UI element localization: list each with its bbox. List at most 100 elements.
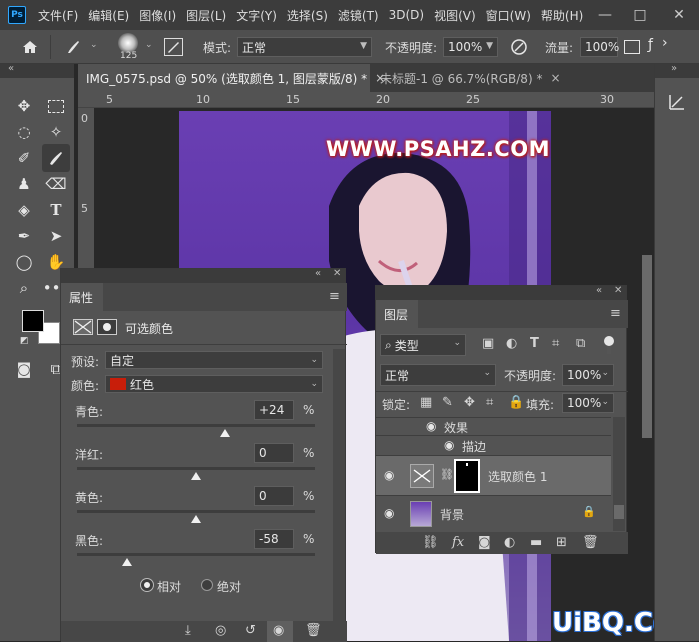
adjustments-panel-icon[interactable] (667, 92, 687, 112)
menu-type[interactable]: 文字(Y) (236, 7, 277, 24)
menu-view[interactable]: 视图(V) (434, 7, 476, 24)
add-mask-icon[interactable]: ◙ (478, 535, 491, 550)
layer-selective-color[interactable]: ◉ ⛓ 选取颜色 1 (376, 455, 611, 495)
pen-tool-icon[interactable]: ✒ (12, 224, 36, 248)
tab-layers[interactable]: 图层 (376, 300, 418, 328)
cyan-slider-thumb[interactable] (219, 429, 230, 437)
menu-window[interactable]: 窗口(W) (486, 7, 531, 24)
tab-properties[interactable]: 属性 (61, 283, 103, 311)
marquee-tool-icon[interactable] (44, 94, 68, 118)
filter-smart-object-icon[interactable]: ⧉ (576, 336, 585, 351)
quick-mask-icon[interactable]: ◙ (12, 357, 36, 381)
ellipse-tool-icon[interactable]: ◯ (12, 250, 36, 274)
filter-adjustment-icon[interactable]: ◐ (506, 336, 517, 351)
mask-icon[interactable] (97, 319, 117, 335)
trash-icon[interactable]: 🗑 (305, 623, 322, 638)
new-group-icon[interactable]: ▬ (530, 535, 542, 550)
airbrush-icon[interactable] (624, 40, 640, 54)
magenta-slider-thumb[interactable] (191, 472, 201, 480)
lock-artboard-icon[interactable]: ⌗ (486, 395, 493, 410)
absolute-radio[interactable] (201, 579, 213, 591)
eye-icon[interactable]: ◉ (384, 506, 394, 520)
eye-icon[interactable]: ◉ (384, 468, 394, 482)
close-panel-icon[interactable]: ✕ (614, 285, 622, 296)
trash-icon[interactable]: 🗑 (582, 535, 599, 550)
black-slider-thumb[interactable] (121, 558, 132, 566)
new-adjustment-icon[interactable]: ◐ (504, 535, 515, 550)
black-slider-track[interactable] (77, 553, 315, 556)
layer-filter-select[interactable]: ⌕ 类型 ⌄ (380, 334, 466, 356)
tab-untitled-1[interactable]: 未标题-1 @ 66.7%(RGB/8) * × (372, 64, 561, 92)
menu-3d[interactable]: 3D(D) (389, 8, 424, 22)
preset-select[interactable]: 自定 ⌄ (105, 351, 323, 369)
path-selection-tool-icon[interactable]: ➤ (44, 224, 68, 248)
magenta-value-field[interactable]: 0 (254, 443, 294, 463)
home-icon[interactable] (20, 37, 40, 57)
zoom-tool-icon[interactable]: ⌕ (12, 276, 36, 300)
collapse-icon[interactable]: « (315, 268, 321, 279)
layer-fill-field[interactable]: 100% ⌄ (562, 393, 614, 413)
menu-layer[interactable]: 图层(L) (186, 7, 226, 24)
layer-background[interactable]: ◉ 背景 🔒 (376, 495, 611, 531)
magic-wand-tool-icon[interactable]: ✧ (44, 120, 68, 144)
clip-to-layer-icon[interactable]: ⤓ (185, 623, 191, 638)
lock-image-icon[interactable]: ✎ (442, 395, 453, 410)
menu-edit[interactable]: 编辑(E) (88, 7, 129, 24)
filter-toggle[interactable] (604, 336, 614, 354)
menu-file[interactable]: 文件(F) (38, 7, 78, 24)
chevron-down-icon[interactable]: ⌄ (90, 40, 98, 50)
panel-menu-icon[interactable]: ≡ (329, 289, 340, 304)
close-panel-icon[interactable]: ✕ (333, 268, 341, 279)
default-colors-icon[interactable]: ◩ (20, 336, 29, 346)
flow-field[interactable]: 100% (580, 37, 619, 57)
layer-mask-thumbnail[interactable] (454, 459, 480, 493)
link-icon[interactable]: ⛓ (440, 468, 454, 481)
menu-help[interactable]: 帮助(H) (541, 7, 583, 24)
yellow-slider-track[interactable] (77, 510, 315, 513)
layer-opacity-field[interactable]: 100% ⌄ (562, 364, 614, 386)
adjustment-icon[interactable] (73, 319, 93, 335)
black-value-field[interactable]: -58 (254, 529, 294, 549)
canvas-scrollbar[interactable] (642, 255, 652, 438)
eraser-tool-icon[interactable]: ⌫ (44, 172, 68, 196)
view-previous-state-icon[interactable]: ◎ (215, 623, 226, 638)
visibility-toggle[interactable]: ◉ (267, 621, 293, 642)
menu-image[interactable]: 图像(I) (139, 7, 176, 24)
maximize-button[interactable]: □ (625, 0, 655, 30)
lock-all-icon[interactable]: 🔒 (508, 395, 524, 410)
brush-tool-icon[interactable] (42, 144, 70, 172)
blend-mode-select[interactable]: 正常 ▼ (237, 37, 372, 57)
expand-icon[interactable]: » (671, 63, 677, 74)
fx-icon[interactable]: fx (452, 535, 464, 550)
menu-select[interactable]: 选择(S) (287, 7, 328, 24)
effects-row[interactable]: ◉ 效果 (376, 417, 611, 435)
properties-scrollbar[interactable] (333, 349, 345, 621)
magenta-slider-track[interactable] (77, 467, 315, 470)
chevron-right-icon[interactable]: › (662, 35, 668, 51)
filter-pixel-icon[interactable]: ▣ (482, 336, 494, 351)
eyedropper-tool-icon[interactable]: ✐ (12, 146, 36, 170)
yellow-value-field[interactable]: 0 (254, 486, 294, 506)
pressure-opacity-icon[interactable] (510, 38, 528, 56)
lasso-tool-icon[interactable]: ◌ (12, 120, 36, 144)
eye-icon[interactable]: ◉ (444, 438, 454, 452)
brush-settings-icon[interactable] (164, 38, 183, 56)
chevron-down-icon[interactable]: ⌄ (145, 40, 153, 50)
minimize-button[interactable]: — (590, 0, 620, 30)
lock-position-icon[interactable]: ✥ (464, 395, 475, 410)
brush-tool-preset-icon[interactable] (64, 38, 82, 56)
yellow-slider-thumb[interactable] (191, 515, 201, 523)
close-window-button[interactable]: ✕ (664, 0, 694, 30)
panel-menu-icon[interactable]: ≡ (610, 306, 621, 321)
stamp-tool-icon[interactable]: ♟ (12, 172, 36, 196)
brush-size-preview[interactable] (118, 33, 138, 53)
lock-transparent-icon[interactable]: ▦ (420, 395, 432, 410)
type-tool-icon[interactable]: T (44, 198, 68, 222)
smoothing-icon[interactable]: ƒ (648, 37, 653, 53)
fill-tool-icon[interactable]: ◈ (12, 198, 36, 222)
close-tab-icon[interactable]: × (550, 71, 560, 85)
opacity-field[interactable]: 100% ▼ (443, 37, 498, 57)
collapse-icon[interactable]: « (596, 285, 602, 296)
eye-icon[interactable]: ◉ (426, 419, 436, 433)
layers-scrollbar[interactable] (613, 417, 625, 531)
